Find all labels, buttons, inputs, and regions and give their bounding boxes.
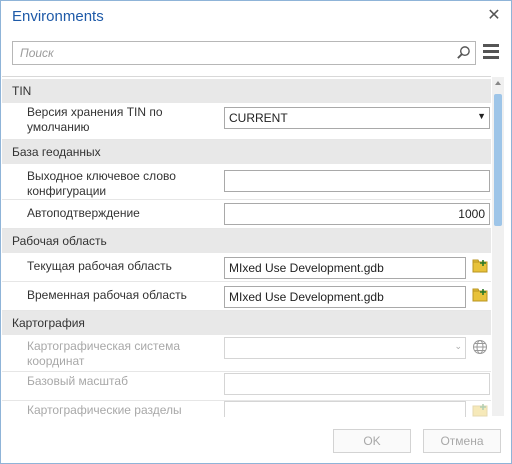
autocommit-field[interactable]: 1000 <box>224 203 490 225</box>
coord-system-select[interactable]: ⌄ <box>224 337 466 359</box>
search-placeholder: Поиск <box>20 46 54 60</box>
reference-scale-field[interactable] <box>224 373 490 395</box>
globe-icon[interactable] <box>472 339 488 355</box>
row-output-keyword: Выходное ключевое слово конфигурации <box>2 164 491 200</box>
row-tin-version: Версия хранения TIN по умолчанию CURRENT… <box>2 103 491 140</box>
dropdown-arrow-icon: ▼ <box>477 111 486 121</box>
section-label: Картография <box>12 316 85 330</box>
tin-version-select[interactable]: CURRENT ▼ <box>224 107 490 129</box>
environments-dialog: Environments ✕ Поиск TIN Версия хранения… <box>0 0 512 464</box>
row-label: Базовый масштаб <box>27 374 128 388</box>
field-value: 1000 <box>458 207 485 221</box>
row-scratch-workspace: Временная рабочая область MIxed Use Deve… <box>2 282 491 311</box>
row-output-coord-system: Картографическая система координат ⌄ <box>2 335 491 372</box>
folder-icon[interactable] <box>472 258 488 274</box>
row-label: Картографические разделы <box>27 403 182 417</box>
vertical-scrollbar[interactable] <box>492 77 504 416</box>
row-autocommit: Автоподтверждение 1000 <box>2 200 491 229</box>
row-reference-scale: Базовый масштаб <box>2 372 491 401</box>
folder-icon[interactable] <box>472 287 488 303</box>
row-label: Выходное ключевое слово конфигурации <box>27 169 176 198</box>
cartographic-partitions-field[interactable] <box>224 401 466 417</box>
close-icon[interactable]: ✕ <box>485 7 503 25</box>
section-label: Рабочая область <box>12 234 107 248</box>
title-bar: Environments ✕ <box>1 1 511 33</box>
section-label: TIN <box>12 84 32 98</box>
dialog-title: Environments <box>12 8 104 25</box>
environments-list: TIN Версия хранения TIN по умолчанию CUR… <box>2 76 491 417</box>
folder-icon[interactable] <box>472 402 488 417</box>
cancel-button[interactable]: Отмена <box>423 429 501 453</box>
row-cartographic-partitions: Картографические разделы <box>2 401 491 417</box>
menu-icon[interactable] <box>483 44 499 60</box>
row-current-workspace: Текущая рабочая область MIxed Use Develo… <box>2 253 491 282</box>
current-workspace-field[interactable]: MIxed Use Development.gdb <box>224 257 466 279</box>
field-value: MIxed Use Development.gdb <box>229 261 384 275</box>
row-label: Версия хранения TIN по умолчанию <box>27 105 163 134</box>
row-label: Картографическая система координат <box>27 339 181 368</box>
section-geodatabase[interactable]: База геоданных <box>2 140 491 164</box>
chevron-down-icon: ⌄ <box>454 341 462 351</box>
row-label: Автоподтверждение <box>27 206 140 220</box>
scroll-up-icon[interactable] <box>492 77 504 89</box>
section-label: База геоданных <box>12 145 101 159</box>
scroll-thumb[interactable] <box>494 94 502 226</box>
ok-button[interactable]: OK <box>333 429 411 453</box>
search-input[interactable]: Поиск <box>12 41 476 65</box>
section-workspace[interactable]: Рабочая область <box>2 229 491 253</box>
scratch-workspace-field[interactable]: MIxed Use Development.gdb <box>224 286 466 308</box>
field-value: MIxed Use Development.gdb <box>229 290 384 304</box>
row-label: Временная рабочая область <box>27 288 187 302</box>
select-value: CURRENT <box>229 111 288 125</box>
output-keyword-field[interactable] <box>224 170 490 192</box>
section-tin[interactable]: TIN <box>2 79 491 103</box>
search-icon[interactable] <box>456 45 471 60</box>
section-cartography[interactable]: Картография <box>2 311 491 335</box>
row-label: Текущая рабочая область <box>27 259 172 273</box>
